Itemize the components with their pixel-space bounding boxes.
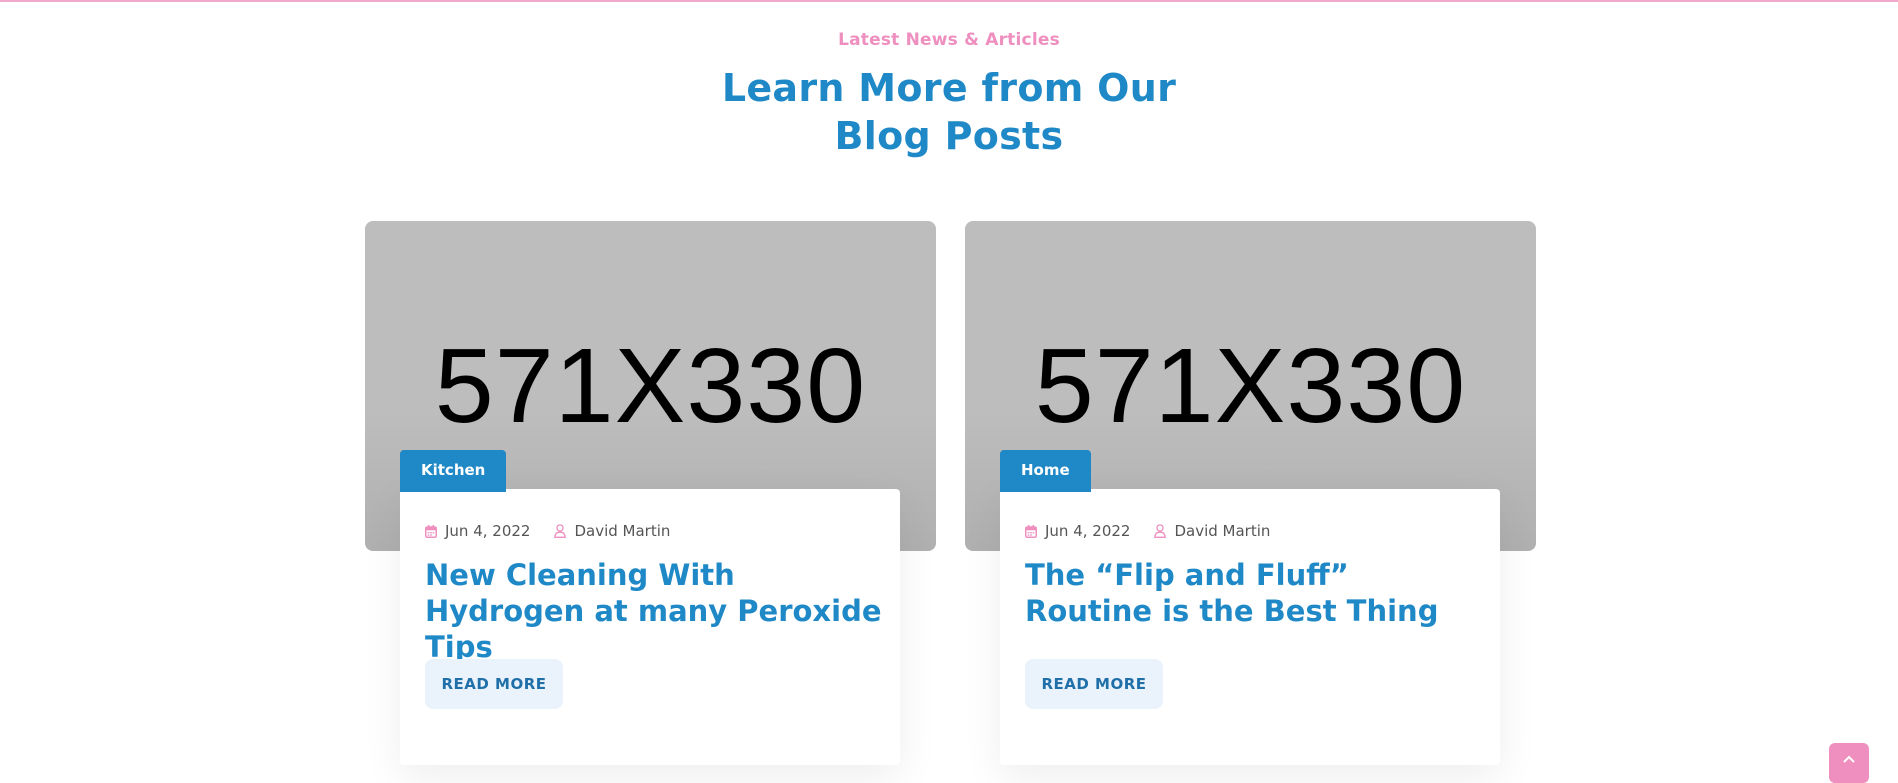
calendar-icon — [425, 524, 437, 538]
post-author-text: David Martin — [1174, 522, 1271, 540]
top-border — [0, 0, 1898, 2]
post-meta: Jun 4, 2022 David Martin — [1025, 522, 1294, 540]
chevron-up-icon — [1843, 755, 1855, 763]
read-more-button[interactable]: READ MORE — [1025, 659, 1163, 709]
post-date: Jun 4, 2022 — [425, 522, 530, 540]
post-author[interactable]: David Martin — [554, 522, 670, 540]
section-title-line-2: Blog Posts — [834, 114, 1064, 158]
calendar-icon — [1025, 524, 1037, 538]
read-more-button[interactable]: READ MORE — [425, 659, 563, 709]
category-tag[interactable]: Kitchen — [400, 450, 507, 492]
post-author[interactable]: David Martin — [1154, 522, 1270, 540]
scroll-to-top-button[interactable] — [1829, 743, 1869, 783]
post-date: Jun 4, 2022 — [1025, 522, 1130, 540]
section-title: Learn More from Our Blog Posts — [0, 64, 1898, 160]
section-subtitle: Latest News & Articles — [838, 30, 1060, 50]
post-date-text: Jun 4, 2022 — [1045, 522, 1131, 540]
blog-card-body: Jun 4, 2022 David Martin The “Flip and F… — [1000, 489, 1500, 765]
blog-card: 571X330 Home Jun 4, 2022 David Martin Th… — [965, 221, 1536, 781]
user-icon — [554, 524, 567, 538]
post-title[interactable]: New Cleaning With Hydrogen at many Perox… — [425, 557, 885, 665]
post-author-text: David Martin — [574, 522, 671, 540]
post-meta: Jun 4, 2022 David Martin — [425, 522, 694, 540]
post-title[interactable]: The “Flip and Fluff” Routine is the Best… — [1025, 557, 1485, 629]
post-date-text: Jun 4, 2022 — [445, 522, 531, 540]
user-icon — [1154, 524, 1167, 538]
section-title-line-1: Learn More from Our — [721, 66, 1177, 110]
category-tag[interactable]: Home — [1000, 450, 1091, 492]
blog-card-body: Jun 4, 2022 David Martin New Cleaning Wi… — [400, 489, 900, 765]
blog-card: 571X330 Kitchen Jun 4, 2022 David Martin… — [365, 221, 936, 781]
